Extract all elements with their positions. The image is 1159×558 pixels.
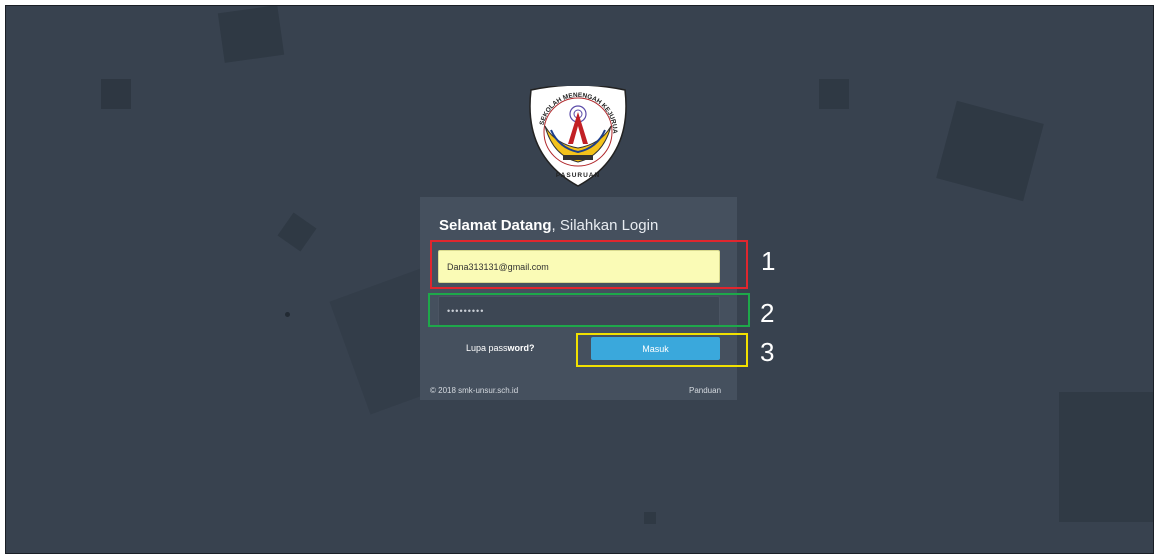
forgot-password-prefix: Lupa pass (466, 343, 508, 353)
school-logo: SEKOLAH MENENGAH KEJURUAN PASURUAN (523, 86, 627, 187)
decor-square (217, 6, 285, 63)
annotation-number-2: 2 (760, 298, 775, 328)
decor-square (936, 100, 1044, 202)
login-title-bold: Selamat Datang (439, 217, 552, 234)
copyright-text: © 2018 smk-unsur.sch.id (430, 386, 519, 395)
login-title-rest: , Silahkan Login (551, 217, 659, 234)
forgot-password-link[interactable]: Lupa password? (466, 343, 535, 353)
annotation-box-1 (430, 240, 748, 289)
decor-square (1059, 392, 1153, 522)
decor-square (101, 79, 131, 109)
annotation-box-3 (576, 333, 748, 367)
annotation-box-2 (428, 293, 750, 327)
logo-banner-text: PASURUAN (556, 172, 600, 179)
decor-square (819, 79, 849, 109)
guide-link[interactable]: Panduan (689, 386, 721, 395)
forgot-password-bold: word? (507, 343, 535, 353)
decor-square (277, 212, 317, 252)
annotation-number-3: 3 (760, 337, 775, 367)
annotation-number-1: 1 (761, 246, 776, 276)
decor-square (644, 512, 656, 524)
decor-dot (285, 312, 290, 317)
login-title: Selamat Datang, Silahkan Login (439, 217, 658, 234)
